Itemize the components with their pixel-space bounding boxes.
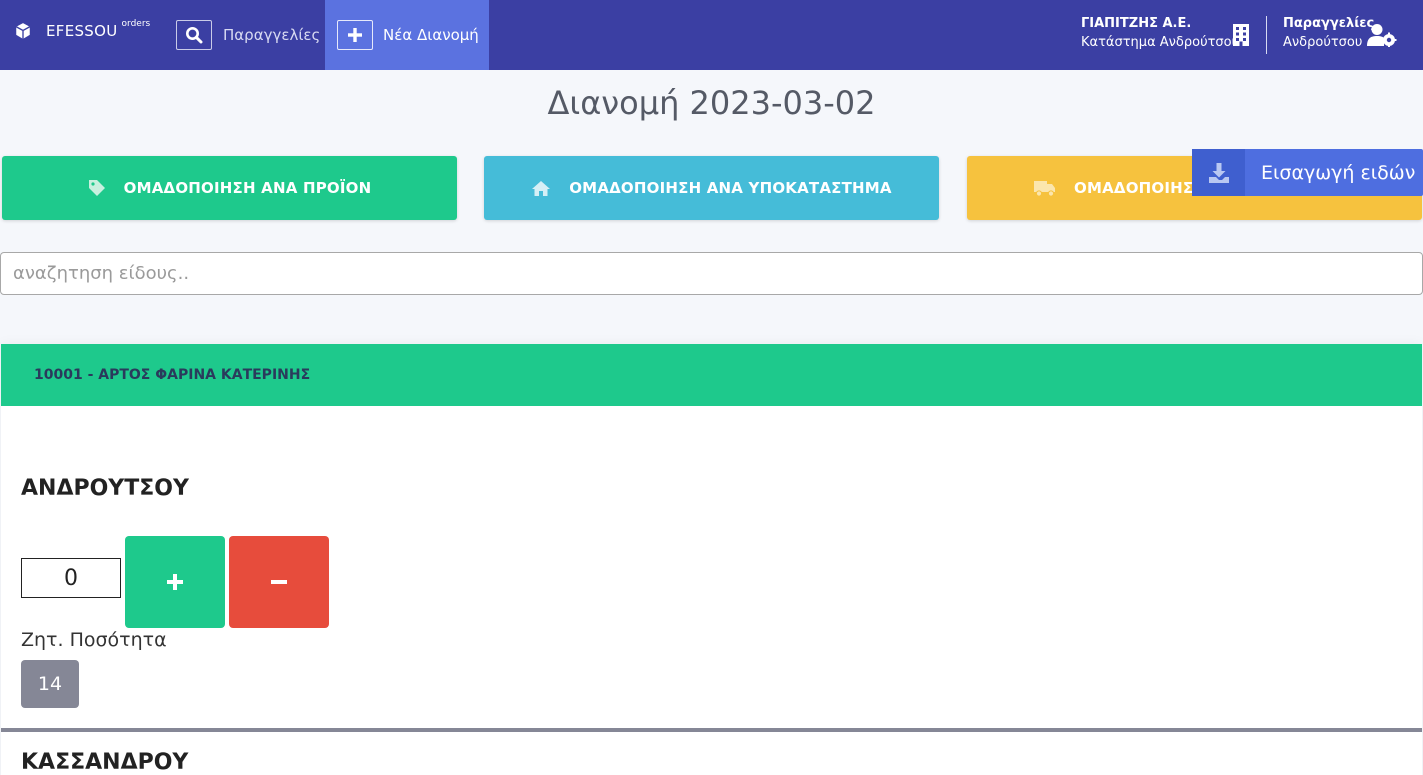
nav-new-distribution-link[interactable]: Νέα Διανομή <box>325 0 489 70</box>
nav-orders-label: Παραγγελίες <box>223 26 321 44</box>
company-info: ΓΙΑΠΙΤΖΗΣ Α.Ε. Κατάστημα Ανδρούτσου <box>1081 16 1239 50</box>
brand[interactable]: EFESSOU orders <box>14 19 151 40</box>
user-gear-icon[interactable] <box>1367 23 1397 47</box>
minus-icon <box>271 580 287 584</box>
search-icon <box>186 27 203 44</box>
requested-quantity-label: Ζητ. Ποσότητα <box>21 629 167 651</box>
cube-icon <box>15 23 31 39</box>
top-navbar: EFESSOU orders Παραγγελίες Νέα Διανομή Γ… <box>0 0 1423 70</box>
company-name: ΓΙΑΠΙΤΖΗΣ Α.Ε. <box>1081 16 1192 31</box>
product-card: 10001 - ΑΡΤΟΣ ΦΑΡΙΝΑ ΚΑΤΕΡΙΝΗΣ ΑΝΔΡΟΥΤΣΟ… <box>1 344 1422 775</box>
store-separator <box>1 728 1422 732</box>
import-icon-wrap <box>1192 149 1245 196</box>
plus-icon <box>167 574 183 590</box>
building-icon[interactable] <box>1232 24 1250 46</box>
nav-orders-link[interactable]: Παραγγελίες <box>176 0 320 70</box>
user-sub: Ανδρούτσου <box>1283 35 1363 50</box>
group-by-route-label: ΟΜΑΔΟΠΟΙΗΣΗ <box>1074 179 1207 197</box>
quantity-input[interactable] <box>21 558 121 598</box>
search-input[interactable] <box>0 252 1423 295</box>
home-icon <box>532 180 551 196</box>
group-by-store-label: ΟΜΑΔΟΠΟΙΗΣΗ ΑΝΑ ΥΠΟΚΑΤΑΣΤΗΜΑ <box>569 179 892 197</box>
store-name: ΑΝΔΡΟΥΤΣΟΥ <box>21 476 189 501</box>
import-items-label: Εισαγωγή ειδών <box>1261 161 1416 184</box>
plus-icon <box>348 28 362 42</box>
page-title: Διανομή 2023-03-02 <box>547 84 876 122</box>
group-by-product-button[interactable]: ΟΜΑΔΟΠΟΙΗΣΗ ΑΝΑ ΠΡΟΪΟΝ <box>2 156 457 220</box>
download-icon <box>1208 162 1229 183</box>
brand-name: EFESSOU <box>46 22 118 40</box>
user-title: Παραγγελίες <box>1283 16 1375 31</box>
navbar-divider <box>1266 16 1267 54</box>
increase-button[interactable] <box>125 536 225 628</box>
import-items-button[interactable]: Εισαγωγή ειδών <box>1192 149 1423 196</box>
store-name: ΚΑΣΣΑΝΔΡΟΥ <box>21 750 189 775</box>
user-menu[interactable]: Παραγγελίες Ανδρούτσου <box>1283 16 1374 50</box>
search-icon-box <box>176 20 212 50</box>
company-store: Κατάστημα Ανδρούτσου <box>1081 35 1240 50</box>
nav-new-distribution-label: Νέα Διανομή <box>383 26 479 44</box>
tag-icon <box>88 180 105 196</box>
group-by-product-label: ΟΜΑΔΟΠΟΙΗΣΗ ΑΝΑ ΠΡΟΪΟΝ <box>123 179 372 197</box>
brand-superscript: orders <box>121 19 151 29</box>
product-header: 10001 - ΑΡΤΟΣ ΦΑΡΙΝΑ ΚΑΤΕΡΙΝΗΣ <box>1 344 1422 406</box>
requested-quantity-badge: 14 <box>21 660 79 708</box>
group-by-store-button[interactable]: ΟΜΑΔΟΠΟΙΗΣΗ ΑΝΑ ΥΠΟΚΑΤΑΣΤΗΜΑ <box>484 156 939 220</box>
decrease-button[interactable] <box>229 536 329 628</box>
plus-icon-box <box>337 20 373 50</box>
truck-icon <box>1034 180 1055 197</box>
